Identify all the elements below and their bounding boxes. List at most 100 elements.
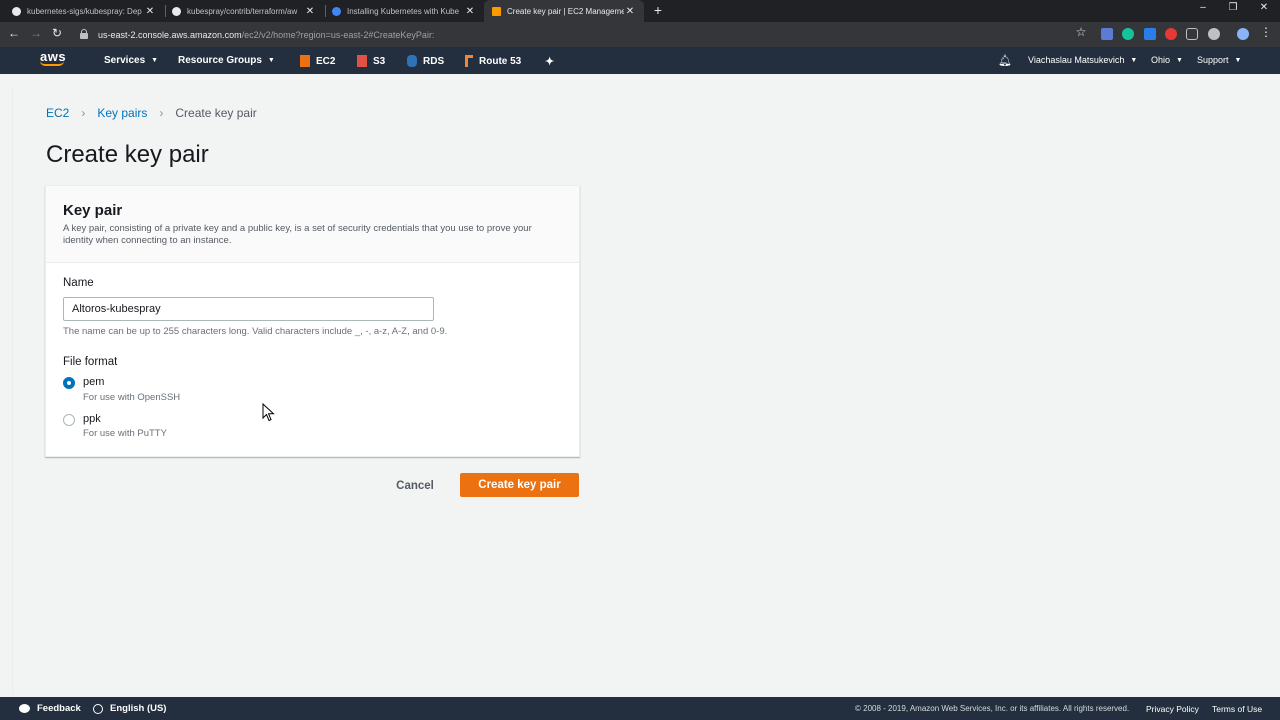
tab-title: kubernetes-sigs/kubespray: Dep — [27, 6, 142, 16]
copyright-text: © 2008 - 2019, Amazon Web Services, Inc.… — [855, 704, 1130, 713]
profile-avatar-icon[interactable] — [1237, 28, 1249, 40]
shortcut-label: S3 — [373, 55, 386, 67]
aws-logo[interactable]: aws — [40, 50, 70, 70]
kubernetes-icon — [332, 6, 341, 16]
language-selector[interactable]: English (US) — [93, 703, 166, 714]
privacy-policy-link[interactable]: Privacy Policy — [1146, 704, 1199, 714]
caret-down-icon: ▼ — [1234, 56, 1242, 64]
forward-icon[interactable]: → — [28, 26, 44, 40]
breadcrumb: EC2 › Key pairs › Create key pair — [46, 106, 257, 120]
account-name: Viachaslau Matsukevich — [1028, 55, 1125, 65]
shortcut-label: EC2 — [316, 55, 336, 67]
minimize-icon[interactable]: – — [1193, 2, 1213, 13]
page-title: Create key pair — [46, 141, 209, 168]
browser-toolbar: ← → ↻ us-east-2.console.aws.amazon.com/e… — [0, 22, 1280, 47]
key-pair-form-card: Key pair A key pair, consisting of a pri… — [45, 185, 580, 457]
region-name: Ohio — [1151, 55, 1171, 65]
menu-kebab-icon[interactable]: ⋮ — [1258, 25, 1274, 39]
github-icon — [172, 6, 181, 16]
rds-icon — [407, 55, 417, 67]
tab-title: Installing Kubernetes with Kube — [347, 6, 460, 16]
shortcut-label: Route 53 — [479, 55, 522, 67]
name-hint: The name can be up to 255 characters lon… — [63, 326, 448, 337]
shortcut-route53[interactable]: Route 53 — [465, 55, 521, 67]
close-tab-icon[interactable]: ✕ — [464, 6, 476, 17]
extension-icon[interactable] — [1208, 28, 1220, 40]
resource-groups-label: Resource Groups — [178, 55, 262, 66]
services-menu[interactable]: Services ▼ — [104, 55, 158, 66]
services-label: Services — [104, 55, 146, 66]
restore-icon[interactable]: ❐ — [1223, 2, 1243, 13]
caret-down-icon: ▼ — [267, 57, 275, 64]
section-description: A key pair, consisting of a private key … — [63, 223, 532, 246]
ec2-icon — [300, 55, 310, 67]
console-footer: Feedback English (US) © 2008 - 2019, Ama… — [0, 697, 1280, 720]
back-icon[interactable]: ← — [6, 26, 22, 40]
browser-tab[interactable]: Installing Kubernetes with Kube ✕ — [324, 0, 484, 22]
url-path: /ec2/v2/home?region=us-east-2#CreateKeyP… — [241, 29, 435, 40]
terms-of-use-link[interactable]: Terms of Use — [1212, 704, 1262, 714]
option-pem-description: For use with OpenSSH — [83, 392, 181, 403]
caret-down-icon: ▼ — [1176, 56, 1183, 64]
region-menu[interactable]: Ohio ▼ — [1151, 55, 1183, 65]
pocket-icon[interactable] — [1186, 28, 1198, 40]
extension-icon[interactable] — [1165, 28, 1177, 40]
shortcut-rds[interactable]: RDS — [407, 55, 444, 67]
caret-down-icon: ▼ — [1130, 56, 1138, 64]
browser-tab[interactable]: kubernetes-sigs/kubespray: Dep ✕ — [4, 0, 164, 22]
option-pem-label[interactable]: pem — [83, 376, 104, 388]
support-label: Support — [1197, 55, 1229, 65]
lock-icon — [80, 29, 88, 39]
support-menu[interactable]: Support ▼ — [1197, 55, 1241, 65]
tab-title: Create key pair | EC2 Manageme — [507, 6, 624, 16]
resource-groups-menu[interactable]: Resource Groups ▼ — [178, 55, 275, 66]
reload-icon[interactable]: ↻ — [49, 26, 65, 40]
extension-icon[interactable] — [1101, 28, 1113, 40]
github-icon — [12, 6, 21, 16]
globe-icon — [93, 703, 103, 714]
browser-tab-active[interactable]: Create key pair | EC2 Manageme ✕ — [484, 0, 644, 22]
browser-tab[interactable]: kubespray/contrib/terraform/aw ✕ — [164, 0, 324, 22]
close-tab-icon[interactable]: ✕ — [144, 6, 156, 17]
caret-down-icon: ▼ — [151, 57, 159, 64]
section-title: Key pair — [63, 202, 123, 219]
close-window-icon[interactable]: ✕ — [1254, 2, 1274, 13]
card-header: Key pair A key pair, consisting of a pri… — [46, 186, 579, 263]
bell-icon[interactable]: 🔔︎ — [998, 54, 1012, 67]
language-label: English (US) — [110, 703, 167, 714]
option-ppk-label[interactable]: ppk — [83, 413, 101, 425]
create-key-pair-button[interactable]: Create key pair — [460, 473, 579, 497]
name-label: Name — [63, 277, 94, 289]
close-tab-icon[interactable]: ✕ — [624, 6, 636, 17]
bookmark-star-icon[interactable]: ☆ — [1073, 25, 1089, 39]
pin-icon[interactable]: ✦ — [545, 55, 554, 68]
mouse-cursor-icon — [262, 403, 275, 422]
shortcut-label: RDS — [423, 55, 445, 67]
radio-pem[interactable] — [63, 377, 75, 389]
breadcrumb-ec2[interactable]: EC2 — [46, 106, 69, 120]
breadcrumb-current: Create key pair — [175, 106, 257, 120]
browser-tabstrip: kubernetes-sigs/kubespray: Dep ✕ kubespr… — [0, 0, 1280, 22]
cancel-button[interactable]: Cancel — [384, 474, 446, 497]
aws-favicon-icon — [492, 6, 501, 16]
key-pair-name-input[interactable] — [63, 297, 434, 321]
account-menu[interactable]: Viachaslau Matsukevich ▼ — [1028, 55, 1137, 65]
s3-icon — [357, 55, 367, 67]
chevron-right-icon: › — [159, 106, 164, 120]
grammarly-icon[interactable] — [1122, 28, 1134, 40]
tab-title: kubespray/contrib/terraform/aw — [187, 6, 298, 16]
new-tab-icon[interactable]: + — [650, 2, 666, 18]
route53-icon — [465, 55, 473, 67]
shortcut-s3[interactable]: S3 — [357, 55, 385, 67]
close-tab-icon[interactable]: ✕ — [304, 6, 316, 17]
aws-console-nav: aws Services ▼ Resource Groups ▼ EC2 S3 RD… — [0, 47, 1280, 74]
address-bar[interactable]: us-east-2.console.aws.amazon.com/ec2/v2/… — [76, 25, 1096, 44]
shortcut-ec2[interactable]: EC2 — [300, 55, 335, 67]
radio-ppk[interactable] — [63, 414, 75, 426]
breadcrumb-key-pairs[interactable]: Key pairs — [97, 106, 147, 120]
extension-icon[interactable] — [1144, 28, 1156, 40]
file-format-label: File format — [63, 356, 118, 368]
feedback-label: Feedback — [37, 703, 81, 714]
feedback-link[interactable]: Feedback — [19, 703, 81, 714]
speech-bubble-icon — [19, 704, 30, 713]
